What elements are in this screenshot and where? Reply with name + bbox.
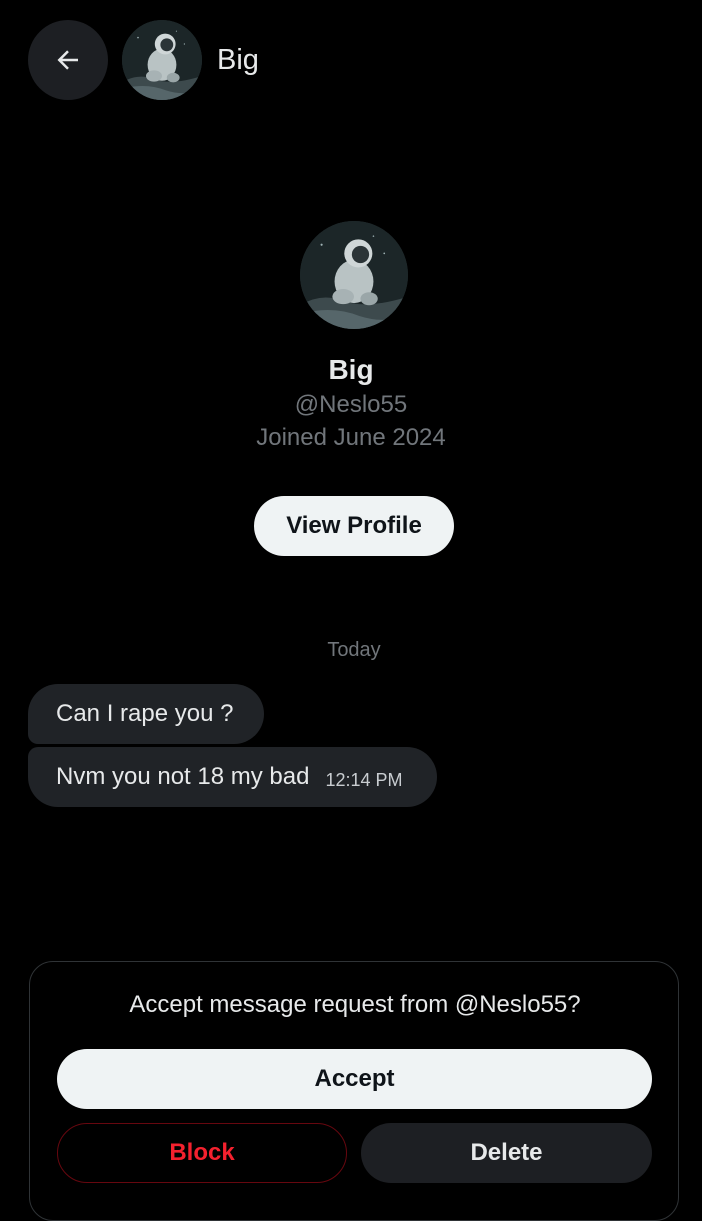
profile-name: Big	[328, 354, 374, 385]
arrow-left-icon	[57, 50, 78, 70]
profile-avatar[interactable]	[300, 221, 408, 329]
message-bubble[interactable]: Nvm you not 18 my bad 12:14 PM	[28, 747, 437, 807]
view-profile-button[interactable]: View Profile	[254, 496, 454, 556]
block-button[interactable]: Block	[57, 1123, 347, 1183]
message-bubble[interactable]: Can I rape you ?	[28, 684, 264, 744]
profile-joined-date: Joined June 2024	[256, 424, 446, 451]
day-divider: Today	[327, 639, 381, 661]
message-request-prompt: Accept message request from @Neslo55?	[129, 991, 581, 1018]
header-title[interactable]: Big	[217, 42, 259, 78]
accept-button[interactable]: Accept	[57, 1049, 652, 1109]
message-text: Can I rape you ?	[56, 700, 234, 727]
back-button[interactable]	[28, 20, 108, 100]
delete-button[interactable]: Delete	[361, 1123, 652, 1183]
astronaut-avatar-image	[300, 221, 408, 329]
avatar[interactable]	[122, 20, 202, 100]
astronaut-avatar-image	[122, 20, 202, 100]
profile-handle: @Neslo55	[294, 391, 408, 418]
message-text: Nvm you not 18 my bad	[56, 763, 310, 790]
message-timestamp: 12:14 PM	[325, 770, 403, 790]
